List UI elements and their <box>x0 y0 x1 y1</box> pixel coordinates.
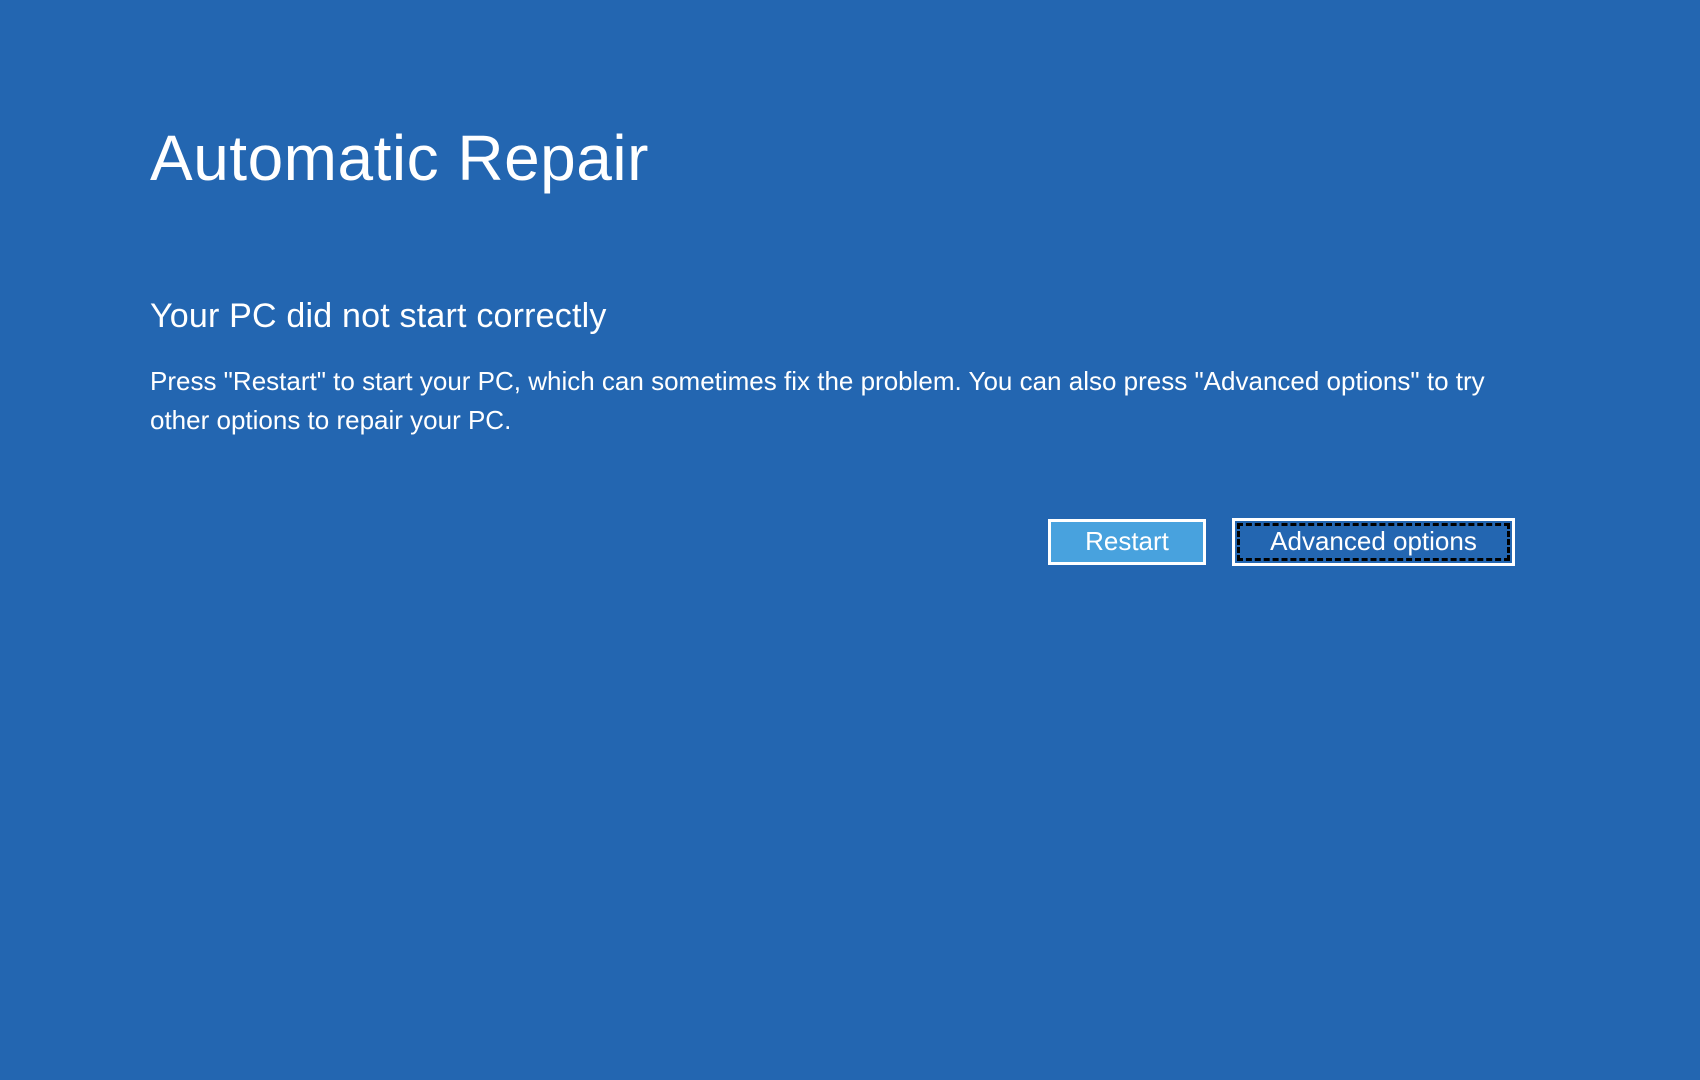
instructions-line-2: other options to repair your PC. <box>150 401 1515 440</box>
advanced-options-button[interactable]: Advanced options <box>1232 518 1515 566</box>
restart-button[interactable]: Restart <box>1048 519 1206 565</box>
instructions-line-1: Press "Restart" to start your PC, which … <box>150 362 1515 401</box>
instructions-text: Press "Restart" to start your PC, which … <box>150 362 1515 440</box>
status-heading: Your PC did not start correctly <box>150 297 1515 336</box>
automatic-repair-screen: Automatic Repair Your PC did not start c… <box>0 0 1700 1080</box>
advanced-options-button-label: Advanced options <box>1270 526 1477 556</box>
page-title: Automatic Repair <box>150 0 1515 197</box>
button-row: Restart Advanced options <box>150 518 1515 566</box>
restart-button-label: Restart <box>1085 526 1169 556</box>
